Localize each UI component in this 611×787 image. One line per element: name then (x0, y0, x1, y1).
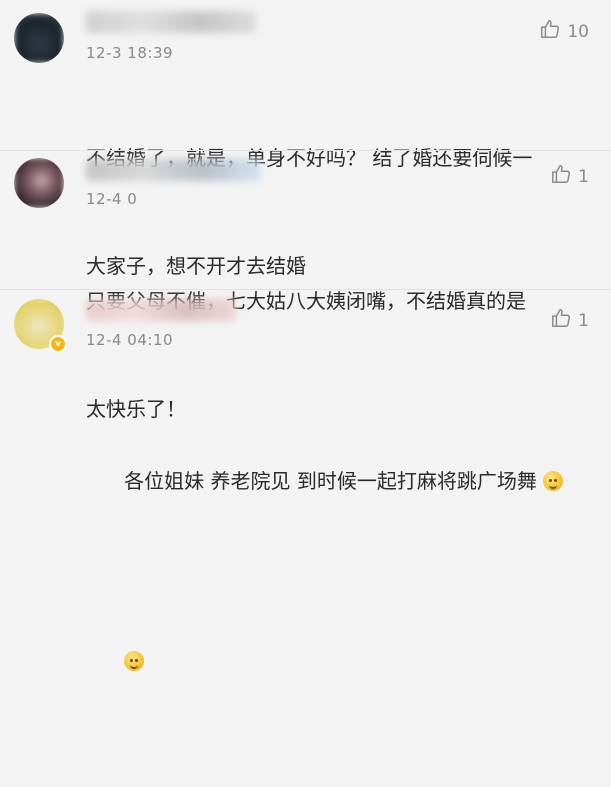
username[interactable] (86, 299, 236, 321)
thumbs-up-icon (539, 18, 561, 45)
comment-text-segment: 各位姐妹 养老院见 到时候一起打麻将跳广场舞 (124, 469, 537, 493)
timestamp: 12-3 18:39 (86, 44, 174, 62)
comment-item: v 12-4 04:10 1 各位姐妹 养老院见 到时候一起打麻将跳广场舞 (0, 290, 611, 671)
like-count: 10 (567, 21, 589, 42)
like-button[interactable]: 1 (550, 307, 589, 334)
smiley-emoji-icon (542, 471, 563, 491)
verified-badge: v (49, 335, 67, 353)
avatar[interactable] (14, 158, 64, 208)
like-count: 1 (578, 310, 589, 331)
comment-text-line: 各位姐妹 养老院见 到时候一起打麻将跳广场舞 (86, 427, 586, 535)
thumbs-up-icon (550, 307, 572, 334)
thumbs-up-icon (550, 163, 572, 190)
comment-item: 12-3 18:39 10 不结婚了，就是，单身不好吗？ 结了婚还要伺候一 大家… (0, 0, 611, 278)
comment-text: 各位姐妹 养老院见 到时候一起打麻将跳广场舞 (86, 355, 586, 787)
avatar[interactable] (14, 13, 64, 63)
timestamp: 12-4 04:10 (86, 331, 174, 349)
comment-text-line (86, 607, 586, 715)
like-button[interactable]: 10 (539, 18, 589, 45)
smiley-emoji-icon (124, 651, 145, 671)
timestamp: 12-4 0 (86, 190, 138, 208)
comment-item: 12-4 0 1 只要父母不催，七大姑八大姨闭嘴，不结婚真的是 太快乐了！ (0, 151, 611, 421)
username[interactable] (86, 159, 261, 181)
username[interactable] (86, 11, 256, 33)
like-count: 1 (578, 166, 589, 187)
like-button[interactable]: 1 (550, 163, 589, 190)
